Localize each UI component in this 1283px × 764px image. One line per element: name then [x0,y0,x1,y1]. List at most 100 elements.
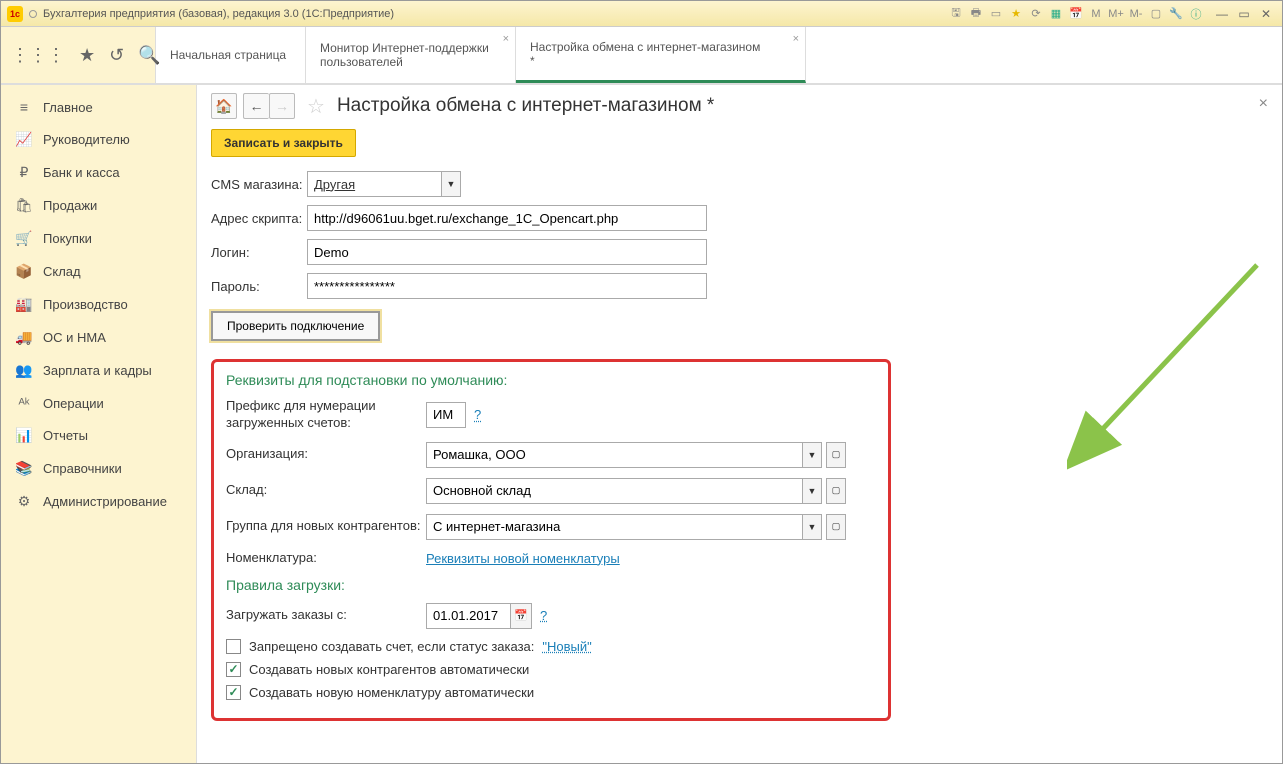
maximize-button[interactable]: ▭ [1234,6,1254,22]
home-button[interactable]: 🏠 [211,93,237,119]
sidebar-item-label: Руководителю [43,132,130,147]
tab-monitor-label-l1: Монитор Интернет-поддержки [320,41,501,55]
sidebar-item-label: Производство [43,297,128,312]
password-input[interactable] [307,273,707,299]
sidebar-item-manager[interactable]: 📈 Руководителю [1,123,196,156]
sidebar-item-purchases[interactable]: 🛒 Покупки [1,222,196,255]
minimize-button[interactable]: — [1212,6,1232,22]
tabs-left-controls: ⋮⋮⋮ ★ ↺ 🔍 [1,27,156,83]
tab-monitor-close-icon[interactable]: × [503,33,509,45]
nomen-label: Номенклатура: [226,550,426,567]
titlebar-tools: 🖫 🖶 ▭ ★ ⟳ ▦ 📅 M M+ M- ▢ 🔧 ⓘ [948,6,1204,22]
app-logo-icon: 1c [7,6,23,22]
sidebar-item-label: Справочники [43,461,122,476]
calendar-icon[interactable]: 📅 [1068,6,1084,22]
mplus-icon[interactable]: M+ [1108,6,1124,22]
back-button[interactable]: ← [243,93,269,119]
sidebar-item-label: Зарплата и кадры [43,363,152,378]
sidebar-item-warehouse[interactable]: 📦 Склад [1,255,196,288]
org-dropdown-icon[interactable]: ▼ [802,442,822,468]
sidebar-item-label: Склад [43,264,81,279]
menu-dot-icon[interactable] [29,10,37,18]
sidebar-item-main[interactable]: ≡Главное [1,91,196,123]
chart-icon: 📈 [15,131,33,148]
forbid-checkbox[interactable] [226,639,241,654]
wrench-icon[interactable]: 🔧 [1168,6,1184,22]
calc-icon[interactable]: ▦ [1048,6,1064,22]
panel-icon[interactable]: ▢ [1148,6,1164,22]
sidebar-item-directories[interactable]: 📚Справочники [1,452,196,485]
org-label: Организация: [226,446,426,463]
sidebar-item-production[interactable]: 🏭Производство [1,288,196,321]
warehouse-dropdown-icon[interactable]: ▼ [802,478,822,504]
tab-monitor[interactable]: Монитор Интернет-поддержки пользователей… [306,27,516,83]
truck-icon: 🚚 [15,329,33,346]
group-dropdown-icon[interactable]: ▼ [802,514,822,540]
load-from-date-input[interactable] [426,603,510,629]
date-help-icon[interactable]: ? [540,608,547,623]
content-close-icon[interactable]: × [1259,95,1268,113]
forbid-label: Запрещено создавать счет, если статус за… [249,639,534,654]
forward-button[interactable]: → [269,93,295,119]
sidebar-item-salary[interactable]: 👥Зарплата и кадры [1,354,196,387]
apps-icon[interactable]: ⋮⋮⋮ [11,45,65,66]
tab-exchange[interactable]: Настройка обмена с интернет-магазином * … [516,27,806,83]
print-icon[interactable]: 🖶 [968,6,984,22]
ops-icon: ᴬᵏ [15,395,33,411]
auto-nomen-checkbox[interactable]: ✓ [226,685,241,700]
auto-contr-checkbox[interactable]: ✓ [226,662,241,677]
content-header: 🏠 ← → ☆ Настройка обмена с интернет-мага… [211,93,1268,119]
sidebar-item-sales[interactable]: 🛍Продажи [1,189,196,222]
sidebar-item-admin[interactable]: ⚙Администрирование [1,485,196,518]
cms-dropdown-icon[interactable]: ▼ [441,171,461,197]
status-link[interactable]: "Новый" [542,639,591,654]
info-icon[interactable]: ⓘ [1188,6,1204,22]
prefix-label: Префикс для нумерации загруженных счетов… [226,398,426,432]
doc-icon[interactable]: ▭ [988,6,1004,22]
group-select[interactable] [426,514,802,540]
sidebar: ≡Главное 📈 Руководителю ₽Банк и касса 🛍Пр… [1,85,197,763]
tab-home[interactable]: Начальная страница [156,27,306,83]
cms-select[interactable] [307,171,441,197]
ruble-icon: ₽ [15,164,33,181]
warehouse-open-icon[interactable]: ▢ [826,478,846,504]
calendar-picker-icon[interactable]: 📅 [510,603,532,629]
org-open-icon[interactable]: ▢ [826,442,846,468]
history-tab-icon[interactable]: ↺ [109,45,124,66]
sidebar-item-label: Покупки [43,231,92,246]
tabs-bar: ⋮⋮⋮ ★ ↺ 🔍 Начальная страница Монитор Инт… [1,27,1282,85]
m-icon[interactable]: M [1088,6,1104,22]
list-icon: ≡ [15,99,33,115]
title-bar: 1c Бухгалтерия предприятия (базовая), ре… [1,1,1282,27]
sidebar-item-reports[interactable]: 📊Отчеты [1,419,196,452]
mminus-icon[interactable]: M- [1128,6,1144,22]
org-select[interactable] [426,442,802,468]
nomen-link[interactable]: Реквизиты новой номенклатуры [426,551,620,566]
prefix-help-icon[interactable]: ? [474,407,481,422]
defaults-section-title: Реквизиты для подстановки по умолчанию: [226,372,876,388]
favorite-star-icon[interactable]: ☆ [307,94,325,119]
cart-icon: 🛒 [15,230,33,247]
sidebar-item-bank[interactable]: ₽Банк и касса [1,156,196,189]
bars-icon: 📊 [15,427,33,444]
content-area: × 🏠 ← → ☆ Настройка обмена с интернет-ма… [197,85,1282,763]
tab-exchange-close-icon[interactable]: × [793,33,799,45]
check-connection-button[interactable]: Проверить подключение [211,311,380,341]
prefix-input[interactable] [426,402,466,428]
close-window-button[interactable]: ✕ [1256,6,1276,22]
group-open-icon[interactable]: ▢ [826,514,846,540]
star-icon[interactable]: ★ [79,45,95,66]
save-icon[interactable]: 🖫 [948,6,964,22]
sidebar-item-operations[interactable]: ᴬᵏОперации [1,387,196,419]
script-url-input[interactable] [307,205,707,231]
warehouse-select[interactable] [426,478,802,504]
favorite-icon[interactable]: ★ [1008,6,1024,22]
script-label: Адрес скрипта: [211,211,307,226]
sidebar-item-assets[interactable]: 🚚ОС и НМА [1,321,196,354]
highlighted-section: Реквизиты для подстановки по умолчанию: … [211,359,891,721]
gear-icon: ⚙ [15,493,33,510]
save-close-button[interactable]: Записать и закрыть [211,129,356,157]
box-icon: 📦 [15,263,33,280]
login-input[interactable] [307,239,707,265]
history-icon[interactable]: ⟳ [1028,6,1044,22]
